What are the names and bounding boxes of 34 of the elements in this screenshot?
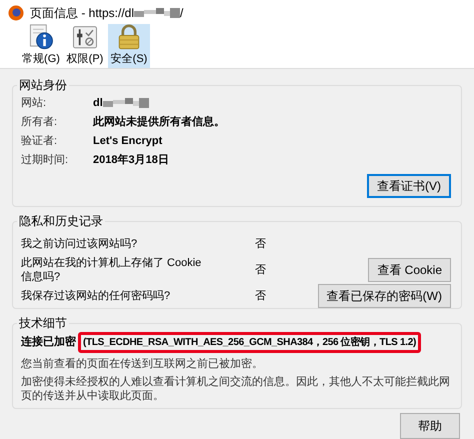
field-value: 此网站未提供所有者信息。	[93, 114, 225, 130]
view-button[interactable]: 查看已保存的密码(W)	[318, 284, 451, 308]
view-certificate-button[interactable]: 查看证书(V)	[367, 174, 451, 198]
group-title: 隐私和历史记录	[17, 214, 105, 228]
tab[interactable]: 安全(S)	[108, 24, 150, 68]
redacted-blur	[134, 6, 180, 18]
answer-text: 否	[255, 288, 267, 304]
field-label: 验证者:	[21, 134, 58, 149]
view-button[interactable]: 查看 Cookie	[368, 258, 451, 282]
cipher-text: (TLS_ECDHE_RSA_WITH_AES_256_GCM_SHA384，256 位密钥，TLS 1.2)	[78, 332, 422, 353]
encryption-label: 连接已加密	[21, 334, 76, 350]
window-title: /	[180, 4, 184, 22]
redacted-blur	[102, 97, 149, 109]
tab[interactable]: 权限(P)	[64, 24, 106, 68]
group-title: 网站身份	[17, 78, 69, 92]
browser-logo-icon	[8, 4, 24, 20]
field-label: 网站:	[21, 96, 48, 111]
window-title: 页面信息 - https://dl	[30, 4, 134, 22]
permissions-icon	[70, 24, 100, 50]
description-text: 您当前查看的页面在传送到互联网之前已被加密。	[21, 357, 264, 371]
tab[interactable]: 常规(G)	[20, 24, 62, 68]
field-value: Let's Encrypt	[93, 134, 162, 149]
field-label: 所有者:	[21, 114, 58, 130]
description-text: 加密使得未经授权的人难以查看计算机之间交流的信息。因此，其他人不太可能拦截此网页的传送并从中读取此页面。	[21, 375, 451, 403]
field-value: 2018年3月18日	[93, 152, 169, 168]
field-label: 过期时间:	[21, 152, 70, 168]
question-text: 我之前访问过该网站吗?	[21, 237, 138, 251]
answer-text: 否	[255, 236, 267, 252]
field-value: dl	[93, 96, 103, 111]
question-text: 此网站在我的计算机上存储了 Cookie 信息吗?	[21, 256, 202, 284]
group-title: 技术细节	[17, 316, 69, 330]
answer-text: 否	[255, 262, 267, 278]
help-button[interactable]: 帮助	[400, 413, 460, 439]
question-text: 我保存过该网站的任何密码吗?	[21, 289, 172, 303]
